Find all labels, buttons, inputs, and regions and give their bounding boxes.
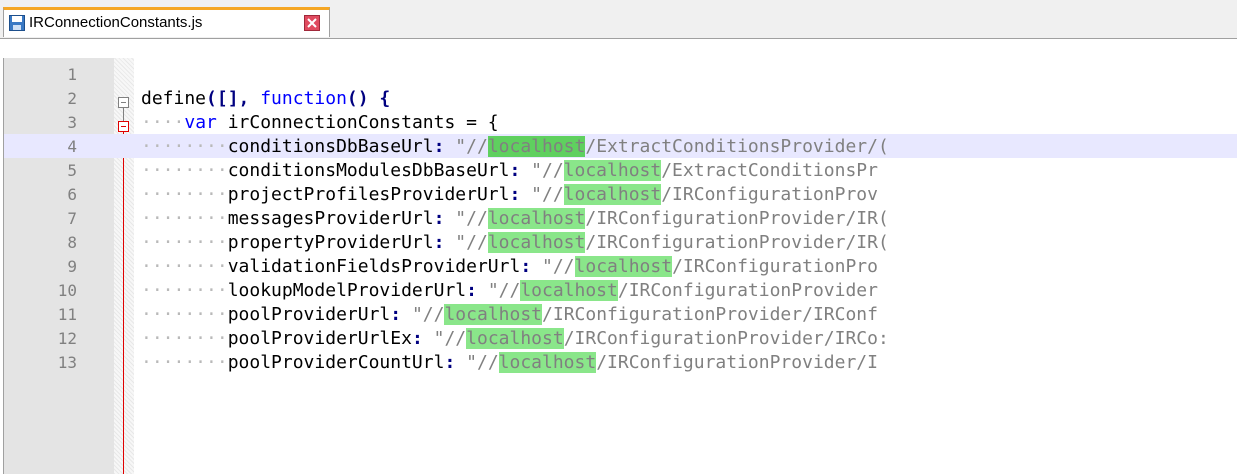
line-number: 6 [67,185,77,204]
string-token: "// [487,280,521,301]
search-highlight: localhost [444,304,543,325]
property-key: poolProviderUrlEx [227,328,412,349]
fold-toggle-icon[interactable] [118,121,129,132]
string-token: /IRConfigurationPro [672,256,878,277]
string-token: /IRConfigurationProvider/IRCo: [563,328,889,349]
property-key: lookupModelProviderUrl [227,280,467,301]
code-text: ········lookupModelProviderUrl: "//local… [141,280,878,301]
search-highlight: localhost [520,280,618,301]
search-highlight: localhost [487,232,586,253]
code-text: define([], function() { [141,88,390,109]
fold-line [123,108,124,121]
code-text: ········messagesProviderUrl: "//localhos… [141,208,889,229]
property-key: conditionsDbBaseUrl [227,136,434,157]
line-number: 10 [57,281,77,300]
property-key: poolProviderCountUrl [227,352,445,373]
code-text: ········conditionsModulesDbBaseUrl: "//l… [141,160,878,181]
code-text: ········poolProviderUrl: "//localhost/IR… [141,304,878,325]
string-token: "// [411,304,445,325]
code-token: () { [346,88,391,109]
code-line: 4 ········conditionsDbBaseUrl: "//localho… [4,134,1237,158]
search-highlight: localhost [498,352,597,373]
code-token: irConnectionConstants = { [216,112,499,133]
code-line: 8 ········propertyProviderUrl: "//localho… [4,230,1237,254]
string-token: /IRConfigurationProvider/I [596,352,878,373]
line-number: 5 [67,161,77,180]
code-line: 10 ········lookupModelProviderUrl: "//loc… [4,278,1237,302]
string-token: /ExtractConditionsPr [661,160,878,181]
code-line: 9 ········validationFieldsProviderUrl: "/… [4,254,1237,278]
code-line: 12 ········poolProviderUrlEx: "//localhos… [4,326,1237,350]
line-number: 9 [67,257,77,276]
code-text: ········conditionsDbBaseUrl: "//localhos… [141,136,889,157]
keyword-token: function [260,88,347,109]
code-text: ········validationFieldsProviderUrl: "//… [141,256,878,277]
code-line: 7 ········messagesProviderUrl: "//localho… [4,206,1237,230]
code-token: ([], [206,88,261,109]
property-key: propertyProviderUrl [227,232,434,253]
search-highlight: localhost [563,160,662,181]
property-key: conditionsModulesDbBaseUrl [227,160,510,181]
code-line: 13 ········poolProviderCountUrl: "//local… [4,350,1237,374]
property-key: poolProviderUrl [227,304,391,325]
string-token: "// [455,136,488,157]
line-number: 13 [57,353,77,372]
code-text: ········propertyProviderUrl: "//localhos… [141,232,889,253]
tab-title: IRConnectionConstants.js [29,14,203,31]
code-line: 5 ········conditionsModulesDbBaseUrl: "//… [4,158,1237,182]
save-icon [9,15,25,35]
code-line: 11 ········poolProviderUrl: "//localhost/… [4,302,1237,326]
string-token: "// [455,208,488,229]
code-editor[interactable]: 1 2 define([], function() { 3 ····var ir… [3,58,1237,474]
code-line: 6 ········projectProfilesProviderUrl: "//… [4,182,1237,206]
code-text: ········projectProfilesProviderUrl: "//l… [141,184,878,205]
code-text: ········poolProviderCountUrl: "//localho… [141,352,878,373]
string-token: "// [531,184,564,205]
property-key: projectProfilesProviderUrl [227,184,510,205]
string-token: "// [466,352,499,373]
line-number: 12 [57,329,77,348]
line-number: 1 [67,65,77,84]
search-highlight: localhost [563,184,662,205]
line-number: 8 [67,233,77,252]
code-text: ········poolProviderUrlEx: "//localhost/… [141,328,889,349]
line-number: 11 [57,305,77,324]
string-token: /IRConfigurationProvider/IR( [585,232,889,253]
string-token: "// [433,328,467,349]
close-icon[interactable] [304,15,320,31]
tab-irconnectionconstants[interactable]: IRConnectionConstants.js [3,7,330,37]
code-line: 2 define([], function() { [4,86,1237,110]
search-highlight: localhost [466,328,564,349]
line-number: 4 [67,137,77,156]
keyword-token: var [184,112,217,133]
string-token: /IRConfigurationProvider/IRConf [542,304,878,325]
line-number: 3 [67,113,77,132]
string-token: /IRConfigurationProvider [617,280,878,301]
search-highlight: localhost [574,256,673,277]
string-token: "// [542,256,575,277]
line-number: 7 [67,209,77,228]
tab-bar: IRConnectionConstants.js [0,0,1237,39]
string-token: /ExtractConditionsProvider/( [585,136,889,157]
string-token: "// [531,160,564,181]
code-text: ····var irConnectionConstants = { [141,112,499,133]
string-token: /IRConfigurationProv [661,184,878,205]
line-number: 2 [67,89,77,108]
code-line: 3 ····var irConnectionConstants = { [4,110,1237,134]
code-token: define [141,88,207,109]
search-highlight: localhost [487,208,586,229]
property-key: validationFieldsProviderUrl [227,256,521,277]
code-line: 1 [4,62,1237,86]
property-key: messagesProviderUrl [227,208,434,229]
fold-toggle-icon[interactable] [118,97,129,108]
string-token: "// [455,232,488,253]
search-highlight: localhost [487,136,586,157]
string-token: /IRConfigurationProvider/IR( [585,208,889,229]
